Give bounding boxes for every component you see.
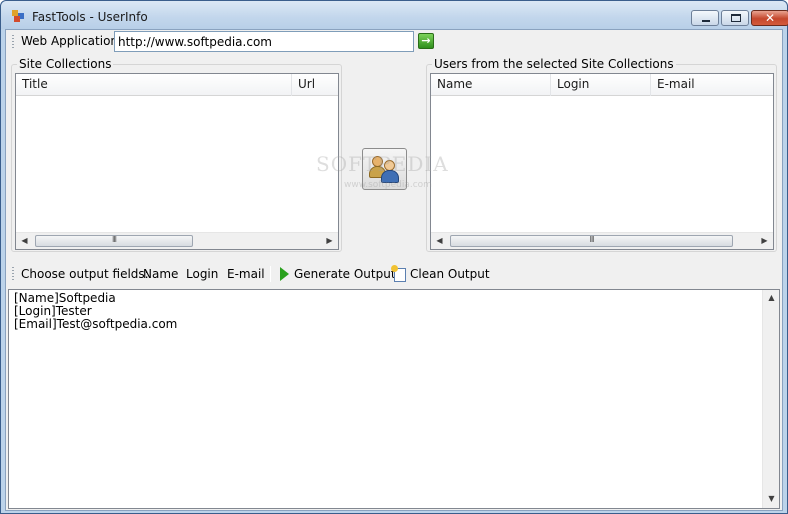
output-vscrollbar[interactable]: ▲ ▼ xyxy=(762,290,779,508)
maximize-button[interactable] xyxy=(721,10,749,26)
column-header-title[interactable]: Title xyxy=(16,74,292,96)
output-textarea[interactable]: [Name]Softpedia [Login]Tester [Email]Tes… xyxy=(8,289,780,509)
go-button[interactable]: → xyxy=(418,33,434,49)
column-header-login[interactable]: Login xyxy=(551,74,651,96)
clean-output-button[interactable]: Clean Output xyxy=(391,262,490,286)
field-email-toggle[interactable]: E-mail xyxy=(227,267,265,281)
close-icon: ✕ xyxy=(764,11,776,25)
title-bar[interactable]: FastTools - UserInfo ✕ xyxy=(1,1,788,29)
scroll-up-icon[interactable]: ▲ xyxy=(763,290,779,307)
users-hscrollbar[interactable]: ◀ III ▶ xyxy=(431,232,773,249)
web-app-toolbar: Web Application → xyxy=(6,30,782,54)
minimize-button[interactable] xyxy=(691,10,719,26)
arrow-right-icon: → xyxy=(421,34,431,47)
client-area: Web Application → Site Collections Title… xyxy=(5,29,783,511)
field-name-toggle[interactable]: Name xyxy=(143,267,178,281)
window-title: FastTools - UserInfo xyxy=(32,10,148,24)
site-collections-list[interactable]: Title Url ◀ III ▶ xyxy=(15,73,339,250)
watermark-url: www.softpedia.com xyxy=(344,180,432,190)
output-line: [Login]Tester xyxy=(14,304,92,318)
thumb-grip: III xyxy=(111,235,117,244)
output-line: [Name]Softpedia xyxy=(14,291,116,305)
scroll-down-icon[interactable]: ▼ xyxy=(763,491,779,508)
toolbar-separator xyxy=(270,266,271,282)
toolbar-grip[interactable] xyxy=(12,267,14,281)
clean-page-icon xyxy=(391,265,406,282)
output-toolbar: Choose output fields: Name Login E-mail … xyxy=(6,262,782,286)
maximize-icon xyxy=(731,14,741,22)
scroll-thumb[interactable]: III xyxy=(35,235,193,247)
column-header-name[interactable]: Name xyxy=(431,74,551,96)
toolbar-grip[interactable] xyxy=(12,35,14,49)
scroll-right-icon[interactable]: ▶ xyxy=(756,233,773,249)
site-collections-header: Title Url xyxy=(16,74,338,96)
watermark: SOFTPEDIA xyxy=(316,152,449,176)
scroll-left-icon[interactable]: ◀ xyxy=(431,233,448,249)
site-collections-hscrollbar[interactable]: ◀ III ▶ xyxy=(16,232,338,249)
users-group-title: Users from the selected Site Collections xyxy=(432,57,676,71)
site-collections-title: Site Collections xyxy=(17,57,114,71)
scroll-right-icon[interactable]: ▶ xyxy=(321,233,338,249)
scroll-left-icon[interactable]: ◀ xyxy=(16,233,33,249)
field-login-toggle[interactable]: Login xyxy=(186,267,218,281)
web-application-url-input[interactable] xyxy=(114,31,414,52)
close-button[interactable]: ✕ xyxy=(751,10,788,26)
play-icon xyxy=(280,267,289,281)
users-header: Name Login E-mail xyxy=(431,74,773,96)
clean-output-label: Clean Output xyxy=(410,267,490,281)
generate-output-button[interactable]: Generate Output xyxy=(279,262,396,286)
web-application-label: Web Application xyxy=(21,34,119,48)
app-window: FastTools - UserInfo ✕ Web Application →… xyxy=(0,0,788,514)
scroll-thumb[interactable]: III xyxy=(450,235,733,247)
users-list[interactable]: Name Login E-mail ◀ III ▶ xyxy=(430,73,774,250)
app-icon xyxy=(12,10,26,22)
output-line: [Email]Test@softpedia.com xyxy=(14,317,178,331)
choose-output-fields-label: Choose output fields: xyxy=(21,267,149,281)
thumb-grip: III xyxy=(589,235,594,244)
column-header-url[interactable]: Url xyxy=(292,74,338,96)
column-header-email[interactable]: E-mail xyxy=(651,74,773,96)
minimize-icon xyxy=(702,20,710,22)
generate-output-label: Generate Output xyxy=(294,267,396,281)
